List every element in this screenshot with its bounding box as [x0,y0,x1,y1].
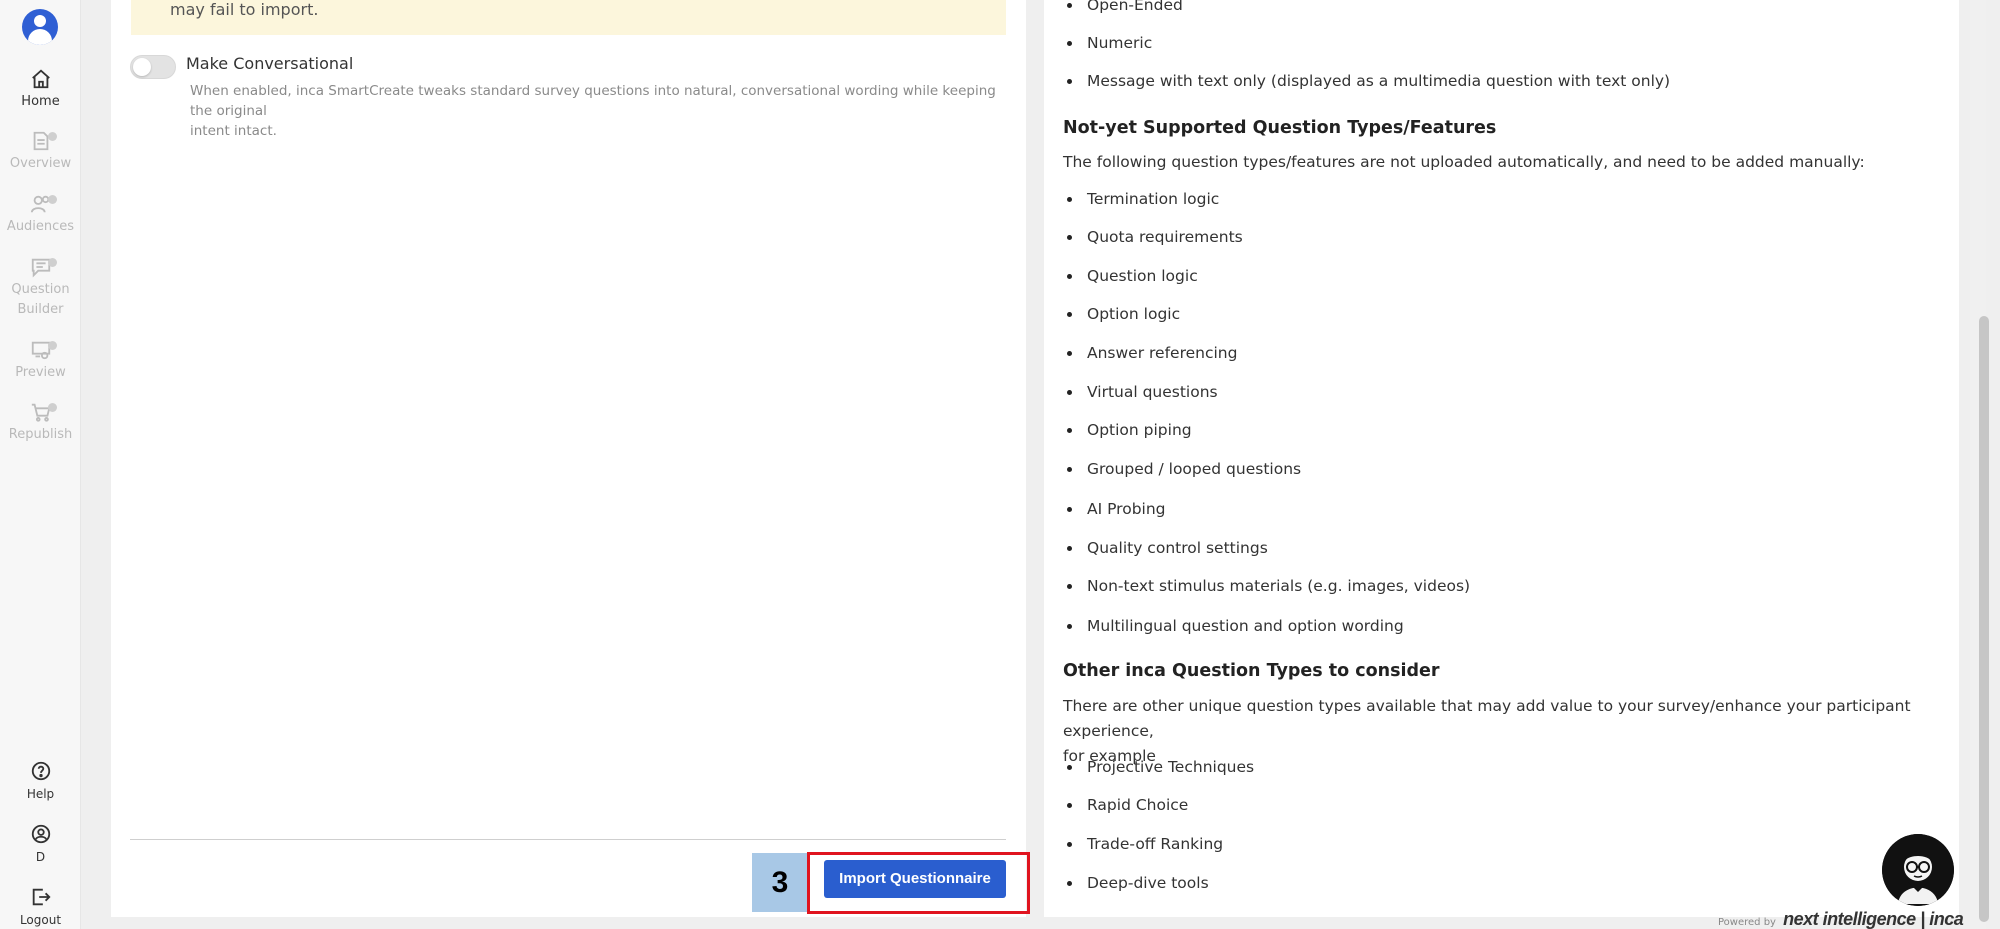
toggle-description: When enabled, inca SmartCreate tweaks st… [190,81,1000,141]
not-supported-heading: Not-yet Supported Question Types/Feature… [1063,118,1497,138]
powered-by-footer: Powered by next intelligence | inca [1718,909,1964,929]
list-item: Rapid Choice [1066,796,1189,814]
sidebar-item-preview[interactable]: Preview [0,339,81,383]
scrollbar-thumb[interactable] [1979,316,1989,922]
list-item: Open-Ended [1067,0,1183,15]
sidebar-item-label: Home [21,94,60,109]
sidebar-item-republish[interactable]: Republish [0,401,81,445]
sidebar-item-overview[interactable]: Overview [0,130,81,174]
list-item: Question logic [1067,267,1198,285]
toggle-description-line: When enabled, inca SmartCreate tweaks st… [190,83,996,119]
sidebar-item-question-builder[interactable]: Question Builder [0,256,81,320]
sidebar-item-label: Help [26,787,55,801]
list-item: AI Probing [1067,500,1166,518]
sidebar-item-home[interactable]: Home [0,68,81,112]
warning-text: may fail to import. [170,0,319,19]
chat-assistant-button[interactable] [1882,834,1954,906]
status-dot [48,195,57,204]
toggle-label: Make Conversational [186,54,354,73]
make-conversational-toggle[interactable] [130,55,176,79]
list-item: Grouped / looped questions [1066,460,1302,478]
status-dot [48,341,57,350]
home-icon [31,69,50,89]
import-questionnaire-button[interactable]: Import Questionnaire [824,860,1006,898]
sidebar-item-help[interactable]: Help [0,760,81,804]
divider [130,839,1006,840]
inca-logo-icon[interactable] [22,9,58,45]
other-types-intro-line: There are other unique question types av… [1063,697,1911,740]
list-item: Non-text stimulus materials (e.g. images… [1066,577,1471,595]
not-supported-intro: The following question types/features ar… [1063,153,1865,171]
list-item: Message with text only (displayed as a m… [1066,72,1671,90]
sidebar-item-label: Builder [17,302,64,317]
list-item: Trade-off Ranking [1066,835,1224,853]
sidebar: Home Overview Audiences Question Builder… [0,0,81,929]
sidebar-item-label: D [35,850,46,864]
list-item: Answer referencing [1066,344,1238,362]
toggle-description-line: intent intact. [190,123,277,139]
import-guidelines-panel: Open-Ended Numeric Message with text onl… [1044,0,1959,917]
sidebar-item-label: Logout [19,913,62,927]
assistant-avatar-icon [1882,834,1954,906]
user-circle-icon [31,824,50,844]
step-number-badge: 3 [752,853,808,912]
status-dot [48,132,57,141]
sidebar-item-label: Republish [8,427,73,442]
status-dot [48,403,57,412]
list-item: Quality control settings [1067,539,1268,557]
list-item: Multilingual question and option wording [1067,617,1404,635]
status-dot [48,258,57,267]
sidebar-item-logout[interactable]: Logout [0,886,81,929]
list-item: Projective Techniques [1066,758,1255,776]
list-item: Option logic [1066,305,1181,323]
list-item: Virtual questions [1067,383,1218,401]
sidebar-item-label: Preview [15,365,66,380]
logout-icon [32,888,51,906]
list-item: Deep-dive tools [1067,874,1209,892]
list-item: Quota requirements [1067,228,1243,246]
list-item: Option piping [1067,421,1192,439]
help-icon [31,761,50,781]
import-settings-panel: may fail to import. Make Conversational … [111,0,1026,917]
brand-logo: next intelligence | inca [1783,909,1964,929]
sidebar-item-label: Overview [9,156,72,171]
sidebar-item-account[interactable]: D [0,823,81,867]
warning-banner: may fail to import. [131,0,1006,35]
sidebar-item-label: Audiences [6,219,75,234]
sidebar-item-label: Question [11,282,70,297]
list-item: Numeric [1066,34,1153,52]
other-types-heading: Other inca Question Types to consider [1063,661,1440,681]
sidebar-item-audiences[interactable]: Audiences [0,193,81,237]
list-item: Termination logic [1066,190,1220,208]
powered-by-label: Powered by [1718,917,1776,928]
